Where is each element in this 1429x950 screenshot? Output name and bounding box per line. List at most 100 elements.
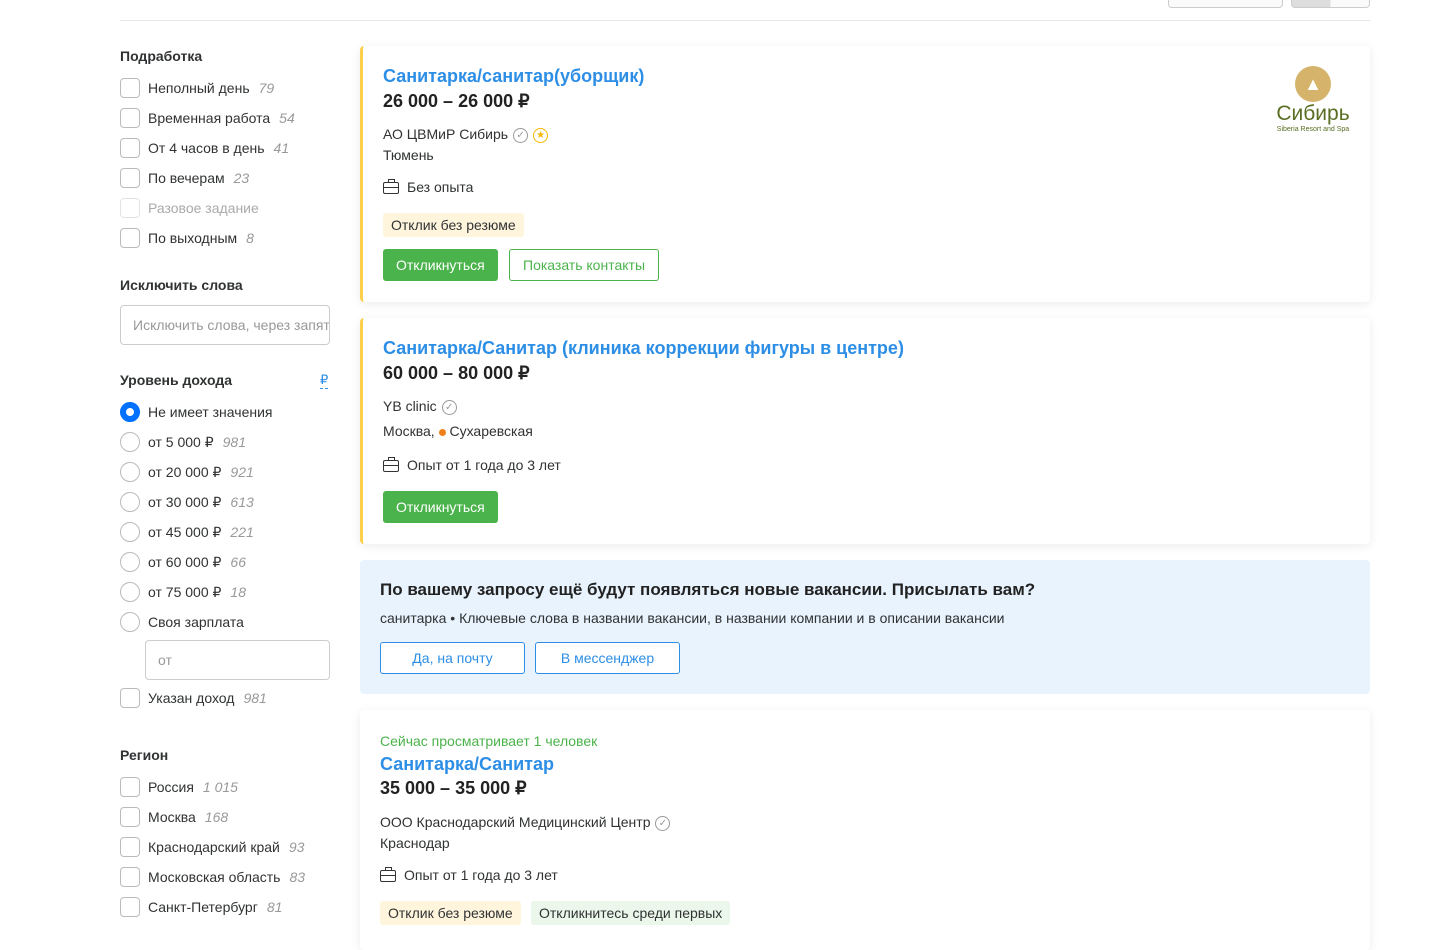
radio[interactable] bbox=[120, 432, 140, 452]
radio[interactable] bbox=[120, 492, 140, 512]
vacancy-title[interactable]: Санитарка/Санитар (клиника коррекции фиг… bbox=[383, 338, 904, 359]
region-heading: Регион bbox=[120, 747, 169, 763]
checkbox[interactable] bbox=[120, 198, 140, 218]
checkbox[interactable] bbox=[120, 897, 140, 917]
checkbox-option[interactable]: Московская область 83 bbox=[120, 867, 305, 887]
checkbox-option[interactable]: Краснодарский край 93 bbox=[120, 837, 305, 857]
radio[interactable] bbox=[120, 462, 140, 482]
checkbox[interactable] bbox=[120, 78, 140, 98]
checkbox-option[interactable]: Санкт-Петербург 81 bbox=[120, 897, 305, 917]
radio[interactable] bbox=[120, 582, 140, 602]
tag: Отклик без резюме bbox=[383, 213, 524, 237]
label: от 75 000 ₽ bbox=[148, 583, 222, 600]
checkbox-option[interactable]: Неполный день 79 bbox=[120, 78, 295, 98]
checkbox[interactable] bbox=[120, 228, 140, 248]
checkbox[interactable] bbox=[120, 688, 140, 708]
radio-option[interactable]: Не имеет значения bbox=[120, 402, 281, 422]
checkbox-option[interactable]: По вечерам 23 bbox=[120, 168, 295, 188]
label: Неполный день bbox=[148, 80, 250, 96]
count: 18 bbox=[230, 584, 246, 600]
exclude-words-input[interactable]: Исключить слова, через запятую bbox=[120, 305, 330, 345]
tag: Отклик без резюме bbox=[380, 901, 521, 925]
checkbox-option[interactable]: Москва 168 bbox=[120, 807, 305, 827]
experience: Без опыта bbox=[383, 179, 473, 195]
radio-option[interactable]: от 60 000 ₽ 66 bbox=[120, 552, 281, 572]
experience-text: Опыт от 1 года до 3 лет bbox=[404, 867, 558, 883]
checkbox-option[interactable]: От 4 часов в день 41 bbox=[120, 138, 295, 158]
count: 168 bbox=[204, 809, 229, 825]
count: 83 bbox=[289, 869, 306, 885]
count: 921 bbox=[230, 464, 254, 480]
income-specified-checkbox[interactable]: Указан доход 981 bbox=[120, 688, 267, 708]
vacancy-salary: 26 000 – 26 000 ₽ bbox=[383, 91, 530, 111]
show-contacts-button[interactable]: Показать контакты bbox=[509, 249, 660, 281]
count: 8 bbox=[246, 230, 254, 246]
view-toggle[interactable] bbox=[1291, 0, 1370, 8]
count: 93 bbox=[288, 839, 305, 855]
checkbox-option[interactable]: По выходным 8 bbox=[120, 228, 295, 248]
checkbox[interactable] bbox=[120, 168, 140, 188]
radio-option[interactable]: от 30 000 ₽ 613 bbox=[120, 492, 281, 512]
radio-option[interactable]: от 45 000 ₽ 221 bbox=[120, 522, 281, 542]
tag: Откликнитесь среди первых bbox=[531, 901, 731, 925]
label: Краснодарский край bbox=[148, 839, 280, 855]
company: АО ЦВМиР Сибирь ✓ ★ bbox=[383, 126, 549, 143]
vacancy-title[interactable]: Санитарка/Санитар bbox=[380, 754, 554, 775]
radio-option[interactable]: от 75 000 ₽ 18 bbox=[120, 582, 281, 602]
vacancy-title[interactable]: Санитарка/санитар(уборщик) bbox=[383, 66, 644, 87]
company-name[interactable]: АО ЦВМиР Сибирь bbox=[383, 126, 508, 142]
currency-selector[interactable]: ₽ bbox=[320, 372, 329, 389]
viewing-now: Сейчас просматривает 1 человек bbox=[380, 733, 598, 749]
experience-text: Опыт от 1 года до 3 лет bbox=[407, 457, 561, 473]
company-logo[interactable]: ▲ Сибирь Siberia Resort and Spa bbox=[1268, 66, 1358, 133]
label: Московская область bbox=[148, 869, 281, 885]
checkbox-option[interactable]: Россия 1 015 bbox=[120, 777, 305, 797]
briefcase-icon bbox=[383, 457, 399, 473]
checkbox[interactable] bbox=[120, 108, 140, 128]
experience-text: Без опыта bbox=[407, 179, 474, 195]
subscribe-desc: санитарка • Ключевые слова в названии ва… bbox=[380, 610, 1005, 626]
label: Не имеет значения bbox=[148, 404, 273, 420]
checkbox[interactable] bbox=[120, 867, 140, 887]
briefcase-icon bbox=[383, 179, 399, 195]
city: Краснодар bbox=[380, 835, 450, 851]
radio[interactable] bbox=[120, 402, 140, 422]
checkbox-option[interactable]: Временная работа 54 bbox=[120, 108, 295, 128]
count: 221 bbox=[230, 524, 254, 540]
checkbox[interactable] bbox=[120, 138, 140, 158]
vacancy-card: Санитарка/санитар(уборщик) 26 000 – 26 0… bbox=[360, 46, 1370, 302]
label: от 45 000 ₽ bbox=[148, 523, 222, 540]
label: от 20 000 ₽ bbox=[148, 463, 222, 480]
city: Тюмень bbox=[383, 147, 434, 163]
subscribe-title: По вашему запросу ещё будут появляться н… bbox=[380, 580, 1036, 599]
top-button[interactable] bbox=[1168, 0, 1283, 8]
checkbox[interactable] bbox=[120, 837, 140, 857]
email-subscribe-button[interactable]: Да, на почту bbox=[380, 642, 525, 674]
count: 613 bbox=[230, 494, 254, 510]
metro-station: Сухаревская bbox=[449, 423, 533, 439]
radio[interactable] bbox=[120, 552, 140, 572]
checkbox-option[interactable]: Разовое задание bbox=[120, 198, 295, 218]
respond-button[interactable]: Откликнуться bbox=[383, 491, 498, 523]
company-name[interactable]: YB clinic bbox=[383, 398, 437, 414]
respond-button[interactable]: Откликнуться bbox=[383, 249, 498, 281]
salary-from-input[interactable]: от bbox=[145, 640, 330, 680]
company-name[interactable]: ООО Краснодарский Медицинский Центр bbox=[380, 814, 650, 830]
checkbox[interactable] bbox=[120, 777, 140, 797]
label: от 5 000 ₽ bbox=[148, 433, 214, 450]
verified-icon: ✓ bbox=[513, 127, 529, 143]
radio[interactable] bbox=[120, 522, 140, 542]
label: Временная работа bbox=[148, 110, 271, 126]
exclude-heading: Исключить слова bbox=[120, 277, 243, 293]
verified-icon: ✓ bbox=[655, 815, 671, 831]
label: Россия bbox=[148, 779, 194, 795]
radio[interactable] bbox=[120, 612, 140, 632]
verified-icon: ✓ bbox=[441, 399, 457, 415]
radio-option[interactable]: от 5 000 ₽ 981 bbox=[120, 432, 281, 452]
messenger-subscribe-button[interactable]: В мессенджер bbox=[535, 642, 680, 674]
radio-option[interactable]: от 20 000 ₽ 921 bbox=[120, 462, 281, 482]
checkbox[interactable] bbox=[120, 807, 140, 827]
radio-option[interactable]: Своя зарплата bbox=[120, 612, 281, 632]
label: от 60 000 ₽ bbox=[148, 553, 222, 570]
count: 54 bbox=[279, 110, 295, 126]
